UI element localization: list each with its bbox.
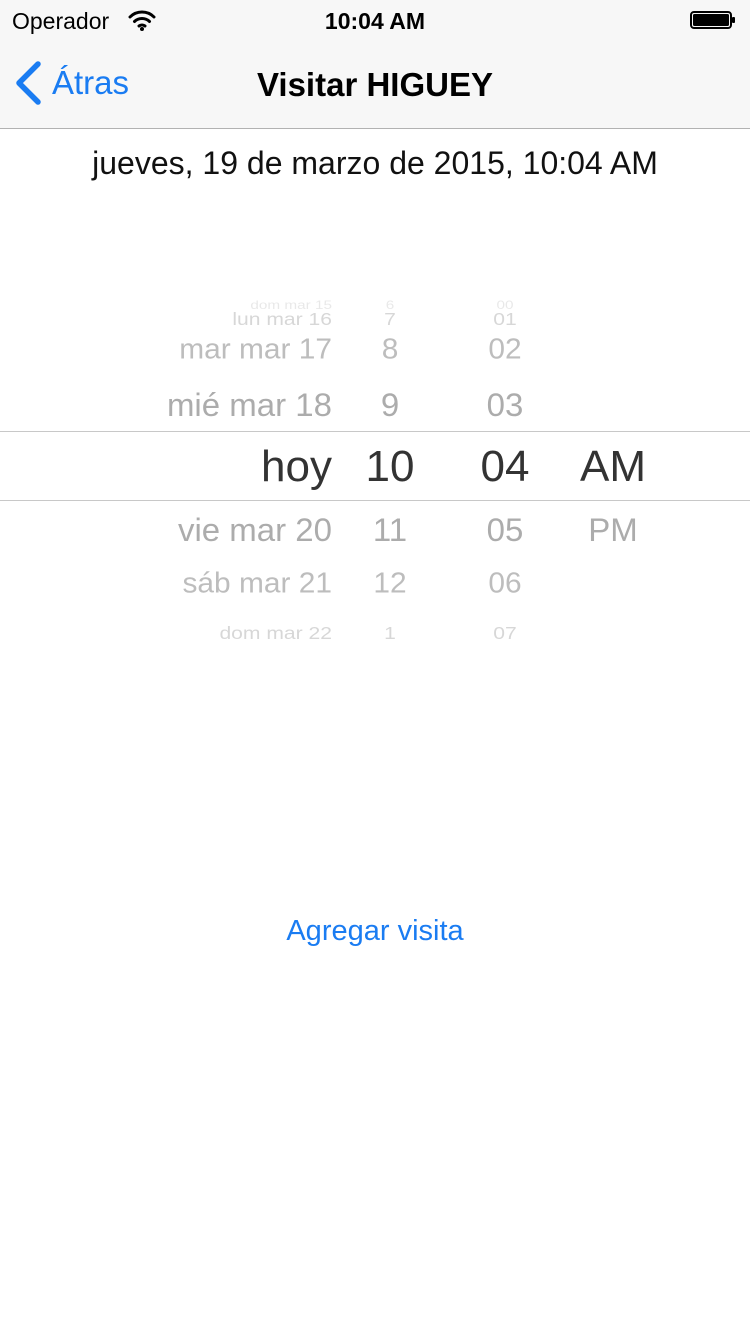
picker-ampm[interactable] <box>563 322 663 379</box>
picker-day[interactable]: mié mar 18 <box>167 375 332 434</box>
picker-day[interactable]: vie mar 20 <box>178 500 332 559</box>
status-time: 10:04 AM <box>324 8 426 34</box>
picker-ampm-selected[interactable]: AM <box>563 437 663 497</box>
battery-icon <box>690 11 735 29</box>
picker-minute[interactable]: 03 <box>455 375 555 434</box>
status-bar: Operador 10:04 AM <box>0 0 750 40</box>
picker-day[interactable]: mar mar 17 <box>179 322 332 379</box>
picker-minute[interactable]: 08 <box>455 635 555 646</box>
picker-ampm[interactable] <box>563 375 663 434</box>
picker-minute[interactable]: 02 <box>455 322 555 379</box>
picker-ampm[interactable]: PM <box>563 500 663 559</box>
picker-row[interactable]: lun mar 23 2 08 <box>0 628 750 646</box>
page-title: Visitar HIGUEY <box>257 66 493 103</box>
picker-hour[interactable]: 2 <box>340 635 440 646</box>
add-visit-button[interactable]: Agregar visita <box>0 915 750 948</box>
picker-row[interactable]: vie mar 20 11 05 PM <box>0 500 750 560</box>
picker-minute[interactable]: 05 <box>455 500 555 559</box>
picker-hour[interactable]: 8 <box>340 322 440 379</box>
selected-date-label: jueves, 19 de marzo de 2015, 10:04 AM <box>92 145 658 181</box>
date-time-picker[interactable]: dom mar 15 6 00 lun mar 16 7 01 mar mar 17 8 02 m… <box>0 282 750 646</box>
picker-day-selected[interactable]: hoy <box>261 437 332 497</box>
picker-minute-selected[interactable]: 04 <box>455 437 555 497</box>
picker-row[interactable]: mar mar 17 8 02 <box>0 320 750 380</box>
picker-hour-selected[interactable]: 10 <box>340 437 440 497</box>
navigation-bar: Átras Visitar HIGUEY <box>0 40 750 129</box>
picker-row[interactable]: hoy 10 04 AM <box>0 437 750 497</box>
picker-row[interactable]: mié mar 18 9 03 <box>0 375 750 435</box>
picker-ampm[interactable] <box>563 635 663 646</box>
picker-hour[interactable]: 9 <box>340 375 440 434</box>
picker-hour[interactable]: 11 <box>340 500 440 559</box>
picker-day[interactable]: lun mar 23 <box>260 635 332 646</box>
